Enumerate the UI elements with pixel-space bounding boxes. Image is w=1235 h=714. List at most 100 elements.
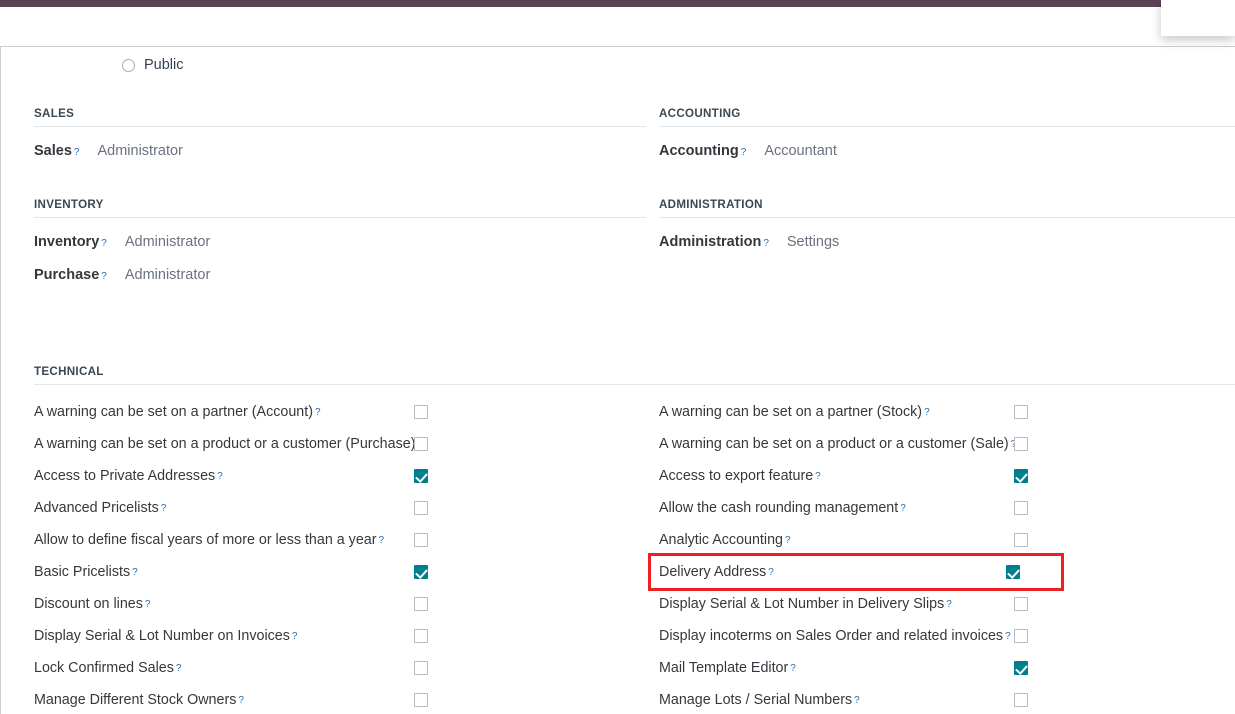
help-tooltip-icon[interactable]: ? [315, 407, 321, 418]
checkbox-unchecked[interactable] [1014, 597, 1028, 611]
technical-row[interactable]: Display incoterms on Sales Order and rel… [659, 620, 1235, 652]
access-column-right: ACCOUNTING Accounting? Accountant ADMINISTR… [618, 107, 1235, 300]
technical-row[interactable]: A warning can be set on a partner (Accou… [34, 396, 618, 428]
technical-row[interactable]: A warning can be set on a partner (Stock… [659, 396, 1235, 428]
access-right-row: Accounting? Accountant [659, 143, 1235, 176]
access-right-label: Sales [34, 143, 72, 159]
access-right-value[interactable]: Administrator [97, 143, 182, 159]
checkbox-unchecked[interactable] [414, 501, 428, 515]
checkbox-unchecked[interactable] [1014, 437, 1028, 451]
checkbox-unchecked[interactable] [414, 437, 428, 451]
technical-row[interactable]: Manage Different Stock Owners? [34, 684, 618, 714]
visibility-radio-public[interactable]: Public [122, 57, 184, 73]
technical-row[interactable]: Analytic Accounting? [659, 524, 1235, 556]
help-tooltip-icon[interactable]: ? [854, 695, 860, 706]
help-tooltip-icon[interactable]: ? [741, 147, 747, 158]
help-tooltip-icon[interactable]: ? [132, 567, 138, 578]
technical-row[interactable]: Access to Private Addresses? [34, 460, 618, 492]
technical-row-label: Basic Pricelists [34, 564, 131, 580]
access-right-label: Purchase [34, 267, 100, 283]
checkbox-unchecked[interactable] [1014, 693, 1028, 707]
technical-row-label: A warning can be set on a product or a c… [34, 436, 416, 452]
access-right-label: Accounting [659, 143, 739, 159]
technical-column-left: A warning can be set on a partner (Accou… [1, 396, 618, 714]
checkbox-unchecked[interactable] [414, 533, 428, 547]
technical-row[interactable]: Display Serial & Lot Number on Invoices? [34, 620, 618, 652]
access-right-value[interactable]: Accountant [764, 143, 837, 159]
access-right-value[interactable]: Administrator [125, 234, 210, 250]
technical-row[interactable]: Allow the cash rounding management? [659, 492, 1235, 524]
checkbox-checked[interactable] [1014, 469, 1028, 483]
technical-row-label: Mail Template Editor [659, 660, 789, 676]
access-group: ADMINISTRATION Administration? Settings [659, 198, 1235, 267]
checkbox-unchecked[interactable] [414, 661, 428, 675]
technical-row[interactable]: Advanced Pricelists? [34, 492, 618, 524]
technical-row[interactable]: Display Serial & Lot Number in Delivery … [659, 588, 1235, 620]
help-tooltip-icon[interactable]: ? [763, 238, 769, 249]
checkbox-checked[interactable] [414, 469, 428, 483]
help-tooltip-icon[interactable]: ? [379, 535, 385, 546]
help-tooltip-icon[interactable]: ? [176, 663, 182, 674]
access-right-value[interactable]: Settings [787, 234, 839, 250]
checkbox-unchecked[interactable] [414, 597, 428, 611]
technical-row-label: Allow the cash rounding management [659, 500, 899, 516]
help-tooltip-icon[interactable]: ? [815, 471, 821, 482]
help-tooltip-icon[interactable]: ? [161, 503, 167, 514]
technical-row-label: Manage Different Stock Owners [34, 692, 237, 708]
access-rights-columns: SALES Sales? Administrator INVENTORY Invento… [1, 107, 1235, 300]
technical-row-label: Allow to define fiscal years of more or … [34, 532, 377, 548]
technical-section-title: TECHNICAL [34, 365, 1235, 385]
technical-row-label: A warning can be set on a partner (Accou… [34, 404, 313, 420]
access-column-left: SALES Sales? Administrator INVENTORY Invento… [1, 107, 646, 300]
technical-row-label: Manage Lots / Serial Numbers [659, 692, 853, 708]
visibility-radio-label: Public [144, 57, 184, 73]
help-tooltip-icon[interactable]: ? [217, 471, 223, 482]
help-tooltip-icon[interactable]: ? [946, 599, 952, 610]
help-tooltip-icon[interactable]: ? [768, 567, 774, 578]
floating-overlay-panel[interactable] [1161, 0, 1235, 36]
checkbox-unchecked[interactable] [1014, 533, 1028, 547]
technical-row-highlighted[interactable]: Delivery Address? [648, 553, 1064, 591]
help-tooltip-icon[interactable]: ? [74, 147, 80, 158]
help-tooltip-icon[interactable]: ? [1005, 631, 1011, 642]
checkbox-unchecked[interactable] [1014, 501, 1028, 515]
form-sheet: Public SALES Sales? Administrator INVENTORY… [0, 46, 1235, 714]
checkbox-unchecked[interactable] [414, 405, 428, 419]
checkbox-checked[interactable] [1006, 565, 1020, 579]
access-right-value[interactable]: Administrator [125, 267, 210, 283]
checkbox-unchecked[interactable] [414, 629, 428, 643]
technical-row-label: Display incoterms on Sales Order and rel… [659, 628, 1004, 644]
help-tooltip-icon[interactable]: ? [900, 503, 906, 514]
help-tooltip-icon[interactable]: ? [292, 631, 298, 642]
access-right-label: Administration [659, 234, 762, 250]
technical-row[interactable]: Discount on lines? [34, 588, 618, 620]
checkbox-checked[interactable] [414, 565, 428, 579]
technical-row[interactable]: Access to export feature? [659, 460, 1235, 492]
technical-row[interactable]: Manage Lots / Serial Numbers? [659, 684, 1235, 714]
technical-row[interactable]: Lock Confirmed Sales? [34, 652, 618, 684]
radio-circle-icon[interactable] [122, 58, 135, 72]
technical-row-label: Access to export feature [659, 468, 814, 484]
access-group: SALES Sales? Administrator [34, 107, 646, 176]
help-tooltip-icon[interactable]: ? [101, 238, 107, 249]
help-tooltip-icon[interactable]: ? [145, 599, 151, 610]
checkbox-checked[interactable] [1014, 661, 1028, 675]
technical-row[interactable]: Mail Template Editor? [659, 652, 1235, 684]
technical-row[interactable]: A warning can be set on a product or a c… [659, 428, 1235, 460]
access-right-row: Sales? Administrator [34, 143, 618, 176]
technical-row[interactable]: Basic Pricelists? [34, 556, 618, 588]
checkbox-unchecked[interactable] [1014, 405, 1028, 419]
checkbox-unchecked[interactable] [414, 693, 428, 707]
access-right-label: Inventory [34, 234, 100, 250]
help-tooltip-icon[interactable]: ? [101, 271, 107, 282]
access-group-title: INVENTORY [34, 198, 646, 218]
technical-row-label: Advanced Pricelists [34, 500, 159, 516]
help-tooltip-icon[interactable]: ? [790, 663, 796, 674]
checkbox-unchecked[interactable] [1014, 629, 1028, 643]
technical-row[interactable]: Allow to define fiscal years of more or … [34, 524, 618, 556]
help-tooltip-icon[interactable]: ? [924, 407, 930, 418]
help-tooltip-icon[interactable]: ? [785, 535, 791, 546]
technical-row[interactable]: A warning can be set on a product or a c… [34, 428, 618, 460]
help-tooltip-icon[interactable]: ? [238, 695, 244, 706]
access-right-row: Purchase? Administrator [34, 267, 618, 300]
